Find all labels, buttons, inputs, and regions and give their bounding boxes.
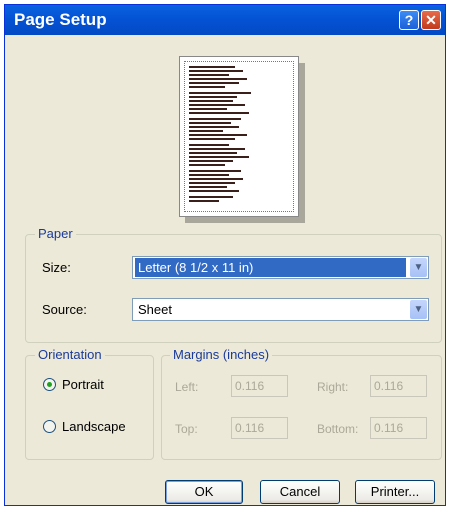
help-icon: ?	[404, 12, 414, 28]
preview-text-line	[189, 92, 251, 94]
preview-text-line	[189, 196, 233, 198]
preview-text-line	[189, 138, 235, 140]
preview-text-line	[189, 182, 235, 184]
bottom-margin-label: Bottom:	[317, 422, 359, 436]
preview-text-line	[189, 118, 241, 120]
preview-text-line	[189, 144, 229, 146]
landscape-label: Landscape	[62, 419, 126, 434]
preview-text-line	[189, 152, 237, 154]
dialog-title: Page Setup	[14, 10, 107, 29]
margins-group-label: Margins (inches)	[170, 347, 273, 362]
preview-text-line	[189, 112, 249, 114]
help-button[interactable]: ?	[399, 10, 419, 30]
printer-button[interactable]: Printer...	[355, 480, 435, 504]
preview-text-line	[189, 186, 227, 188]
preview-text-line	[189, 200, 219, 202]
source-value: Sheet	[138, 302, 172, 317]
preview-text-line	[189, 108, 227, 110]
page-preview	[179, 56, 299, 217]
preview-text-line	[189, 148, 245, 150]
preview-text-line	[189, 156, 249, 158]
size-value: Letter (8 1/2 x 11 in)	[135, 258, 406, 277]
source-label: Source:	[42, 302, 87, 317]
preview-text-line	[189, 82, 239, 84]
preview-text-line	[189, 160, 233, 162]
title-bar[interactable]: Page Setup ? ✕	[5, 5, 445, 35]
preview-text-line	[189, 74, 229, 76]
top-margin-input[interactable]: 0.116	[231, 417, 288, 439]
chevron-down-icon[interactable]: ▼	[410, 300, 427, 319]
preview-text-line	[189, 178, 243, 180]
preview-text-line	[189, 70, 243, 72]
close-icon: ✕	[425, 12, 437, 28]
chevron-down-icon[interactable]: ▼	[410, 258, 427, 277]
right-margin-input[interactable]: 0.116	[370, 375, 427, 397]
left-margin-label: Left:	[175, 380, 199, 394]
preview-text-line	[189, 126, 239, 128]
cancel-button[interactable]: Cancel	[260, 480, 340, 504]
size-select[interactable]: Letter (8 1/2 x 11 in) ▼	[132, 256, 429, 279]
source-select[interactable]: Sheet ▼	[132, 298, 429, 321]
orientation-group	[25, 355, 154, 460]
margins-group	[161, 355, 442, 460]
page-setup-dialog: Page Setup ? ✕ Paper Size: Letter (8 1/2…	[4, 4, 446, 506]
preview-text-line	[189, 190, 239, 192]
paper-group	[25, 234, 442, 343]
preview-text-line	[189, 86, 225, 88]
size-label: Size:	[42, 260, 71, 275]
preview-text-line	[189, 104, 245, 106]
close-button[interactable]: ✕	[421, 10, 441, 30]
left-margin-input[interactable]: 0.116	[231, 375, 288, 397]
top-margin-label: Top:	[175, 422, 198, 436]
preview-text-line	[189, 164, 225, 166]
preview-text-line	[189, 122, 231, 124]
preview-text-line	[189, 130, 223, 132]
preview-text-line	[189, 78, 247, 80]
orientation-group-label: Orientation	[35, 347, 105, 362]
ok-button[interactable]: OK	[165, 480, 243, 504]
portrait-label: Portrait	[62, 377, 104, 392]
bottom-margin-input[interactable]: 0.116	[370, 417, 427, 439]
preview-text-line	[189, 174, 229, 176]
radio-selected-icon[interactable]	[43, 378, 56, 391]
preview-text-line	[189, 66, 235, 68]
paper-group-label: Paper	[35, 226, 76, 241]
preview-text-line	[189, 96, 237, 98]
preview-text-line	[189, 134, 247, 136]
preview-text-line	[189, 100, 233, 102]
right-margin-label: Right:	[317, 380, 349, 394]
radio-unselected-icon[interactable]	[43, 420, 56, 433]
preview-text-line	[189, 170, 241, 172]
